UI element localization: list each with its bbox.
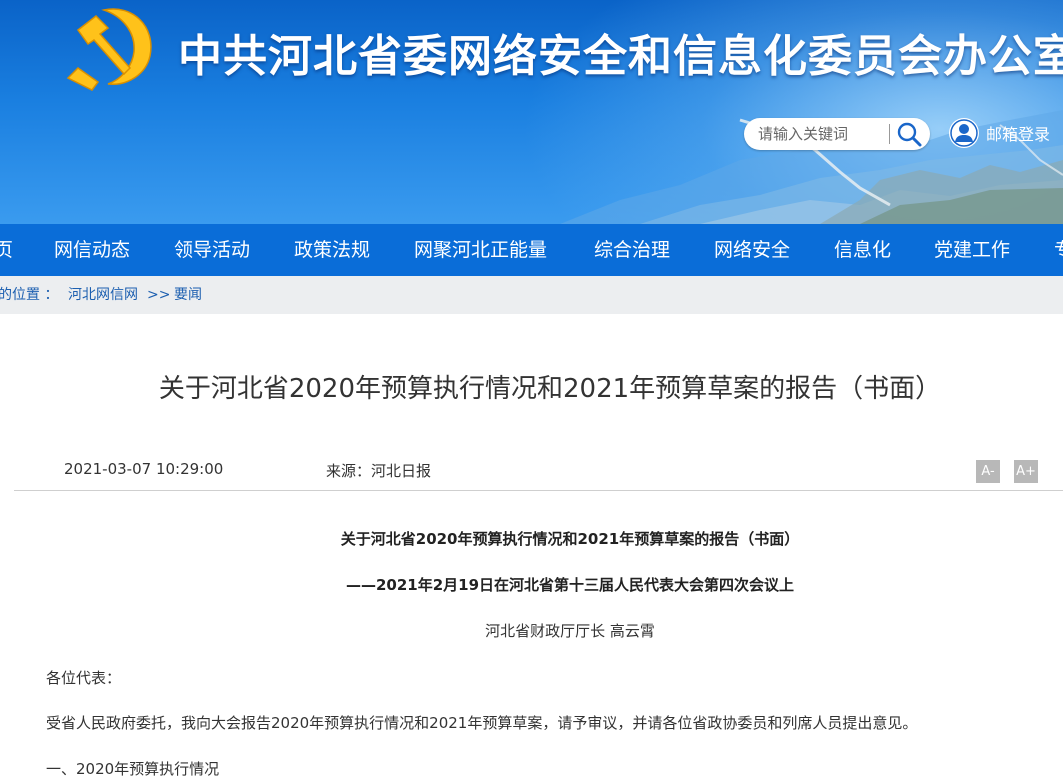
breadcrumb-section[interactable]: 要闻 xyxy=(174,276,202,314)
article-title: 关于河北省2020年预算执行情况和2021年预算草案的报告（书面） xyxy=(158,374,942,404)
meta-divider xyxy=(14,490,1063,491)
nav-item-informatization[interactable]: 信息化 xyxy=(834,224,891,276)
section-heading: 一、2020年预算执行情况 xyxy=(46,760,220,778)
article-date: 2021-03-07 10:29:00 xyxy=(64,460,224,478)
nav-item-security[interactable]: 网络安全 xyxy=(714,224,790,276)
nav-item-policy[interactable]: 政策法规 xyxy=(294,224,370,276)
user-avatar-icon xyxy=(949,118,979,148)
breadcrumb-site[interactable]: 河北网信网 xyxy=(68,276,138,314)
mail-login-link[interactable]: 邮箱登录 xyxy=(948,116,1050,150)
mail-login-label: 邮箱登录 xyxy=(986,125,1051,144)
breadcrumb: 的位置 ： 河北网信网 >> 要闻 xyxy=(0,276,1063,314)
search-icon[interactable] xyxy=(894,120,924,148)
nav-item-news[interactable]: 网信动态 xyxy=(54,224,130,276)
site-title: 中共河北省委网络安全和信息化委员会办公室 xyxy=(178,31,1063,82)
greeting-paragraph: 各位代表： xyxy=(46,669,122,687)
intro-paragraph: 受省人民政府委托，我向大会报告2020年预算执行情况和2021年预算草案，请予审… xyxy=(46,714,918,732)
nav-item-energy[interactable]: 网聚河北正能量 xyxy=(414,224,547,276)
main-nav: 页 网信动态 领导活动 政策法规 网聚河北正能量 综合治理 网络安全 信息化 党… xyxy=(0,224,1063,276)
nav-item-home[interactable]: 页 xyxy=(0,224,13,276)
nav-item-special[interactable]: 专 xyxy=(1054,224,1063,276)
body-title: 关于河北省2020年预算执行情况和2021年预算草案的报告（书面） xyxy=(340,530,800,548)
search-input[interactable] xyxy=(754,122,892,146)
search-divider xyxy=(889,124,890,144)
nav-item-leaders[interactable]: 领导活动 xyxy=(174,224,250,276)
article-source: 来源：河北日报 xyxy=(326,462,432,480)
font-decrease-button[interactable]: A- xyxy=(976,460,1000,483)
party-emblem-icon xyxy=(66,8,152,91)
header-banner: 中共河北省委网络安全和信息化委员会办公室 邮箱登录 xyxy=(0,0,1063,224)
author-line: 河北省财政厅厅长 高云霄 xyxy=(485,622,655,640)
breadcrumb-separator: >> xyxy=(147,287,171,303)
nav-item-party[interactable]: 党建工作 xyxy=(934,224,1010,276)
breadcrumb-prefix: 的位置 ： xyxy=(0,287,59,303)
search-box xyxy=(744,118,930,150)
nav-item-governance[interactable]: 综合治理 xyxy=(594,224,670,276)
body-subtitle: ——2021年2月19日在河北省第十三届人民代表大会第四次会议上 xyxy=(345,576,795,594)
font-increase-button[interactable]: A+ xyxy=(1014,460,1038,483)
